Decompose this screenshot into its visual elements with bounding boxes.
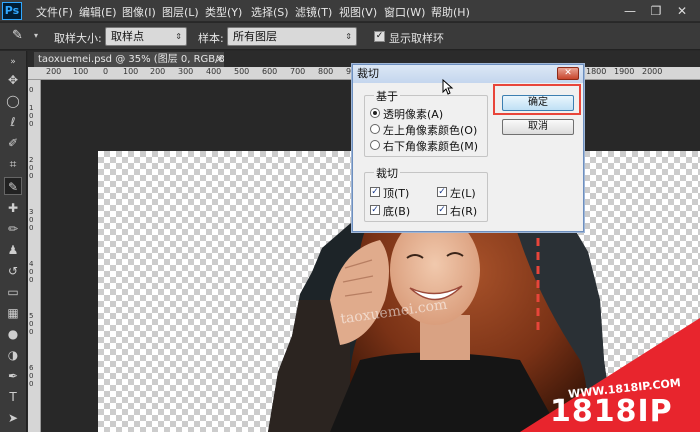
watermark-brand: 1818IP <box>550 394 673 429</box>
annotation-highlight-box <box>493 84 581 115</box>
checkbox-left[interactable]: ✓ <box>437 187 447 197</box>
radio-bottom-right-color-label: 右下角像素颜色(M) <box>383 140 479 153</box>
checkbox-top-label: 顶(T) <box>383 187 410 200</box>
trim-group-title: 裁切 <box>374 165 400 181</box>
checkbox-right-label: 右(R) <box>450 205 478 218</box>
radio-top-left-color[interactable] <box>370 124 380 134</box>
radio-transparent-pixels[interactable] <box>370 108 380 118</box>
radio-bottom-right-color[interactable] <box>370 140 380 150</box>
radio-top-left-color-label: 左上角像素颜色(O) <box>383 124 478 137</box>
dialog-title[interactable]: 裁切 <box>353 65 583 83</box>
checkbox-bottom-label: 底(B) <box>383 205 411 218</box>
checkbox-right[interactable]: ✓ <box>437 205 447 215</box>
checkbox-bottom[interactable]: ✓ <box>370 205 380 215</box>
photo-layer <box>268 112 700 432</box>
radio-transparent-pixels-label: 透明像素(A) <box>383 108 444 121</box>
based-on-title: 基于 <box>374 88 400 104</box>
cancel-button[interactable]: 取消 <box>502 119 574 135</box>
mouse-cursor-icon <box>442 79 454 95</box>
checkbox-left-label: 左(L) <box>450 187 476 200</box>
checkbox-top[interactable]: ✓ <box>370 187 380 197</box>
dialog-close-icon[interactable]: ✕ <box>557 67 579 80</box>
